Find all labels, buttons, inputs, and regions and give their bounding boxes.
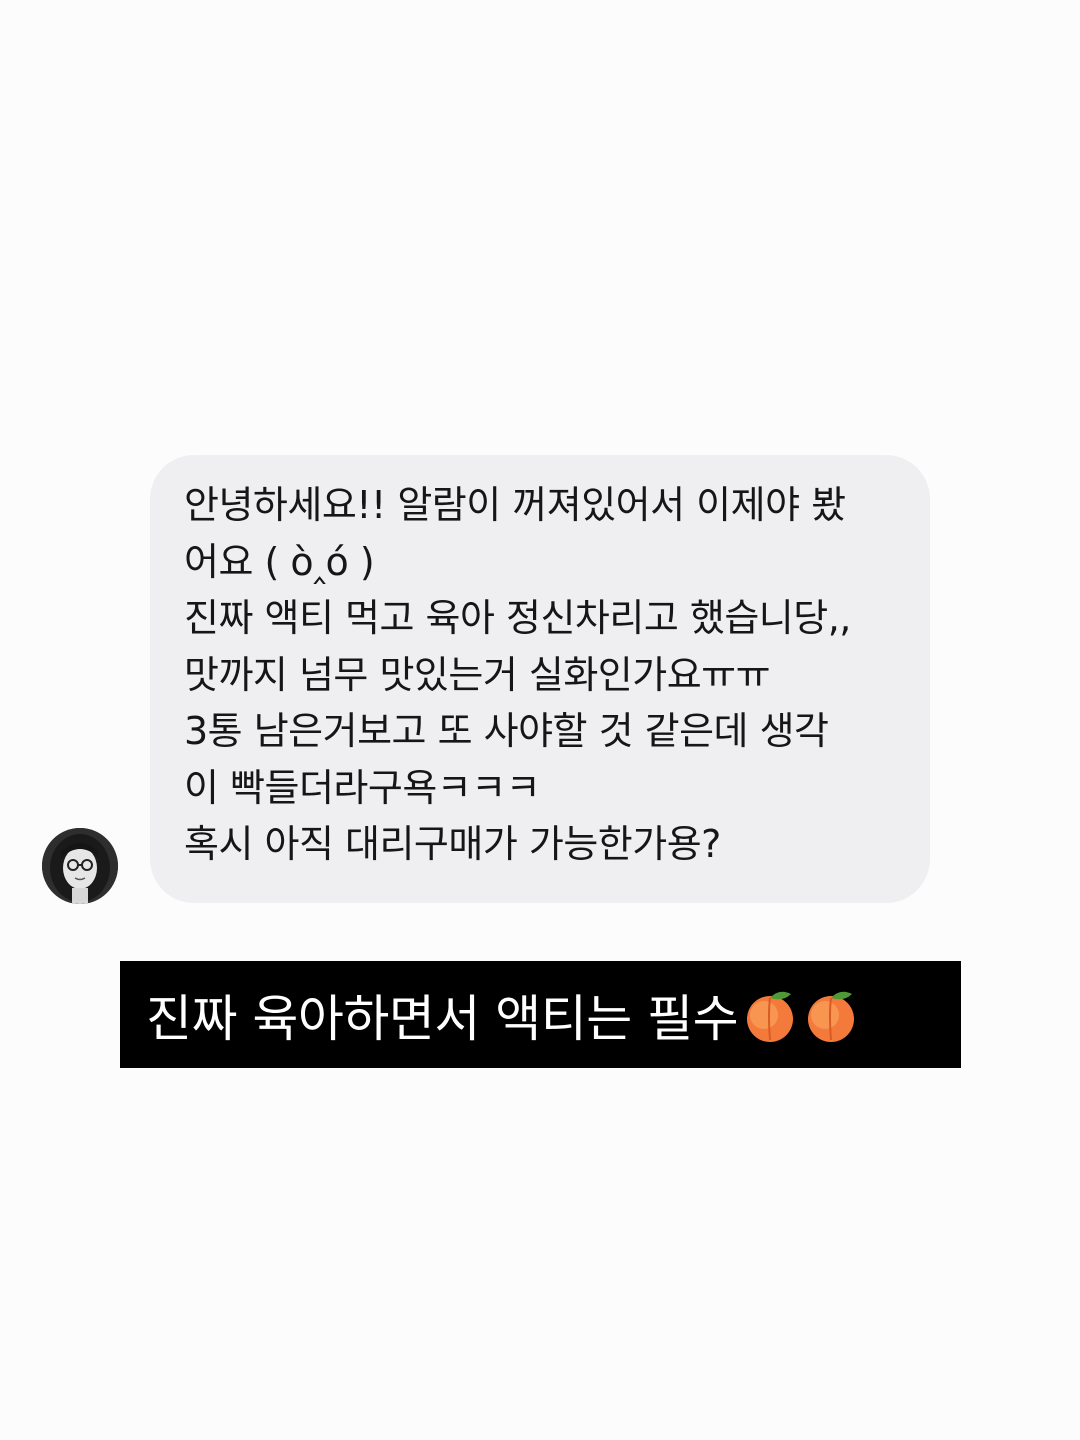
message-line: 맛까지 넘무 맛있는거 실화인가요ㅠㅠ xyxy=(184,652,771,697)
caption-banner: 진짜 육아하면서 액티는 필수 xyxy=(120,961,961,1068)
message-bubble[interactable]: 안녕하세요!! 알람이 꺼져있어서 이제야 봤 어요 ( ὸ‸ό ) 진짜 액티… xyxy=(150,455,930,903)
avatar[interactable] xyxy=(42,828,118,904)
avatar-photo xyxy=(42,828,118,904)
message-line: 안녕하세요!! 알람이 꺼져있어서 이제야 봤 xyxy=(184,483,846,527)
message-line: 어요 ( ὸ‸ό ) xyxy=(184,539,375,584)
message-line: 3통 남은거보고 또 사야할 것 같은데 생각 xyxy=(184,709,829,753)
message-line: 혹시 아직 대리구매가 가능한가용? xyxy=(184,822,721,866)
message-line: 진짜 액티 먹고 육아 정신차리고 했습니당,, xyxy=(184,596,851,640)
peach-icon xyxy=(802,986,860,1044)
caption-text: 진짜 육아하면서 액티는 필수 xyxy=(146,989,739,1048)
peach-icon xyxy=(741,986,799,1044)
message-line: 이 빡들더라구욕ㅋㅋㅋ xyxy=(184,765,541,810)
